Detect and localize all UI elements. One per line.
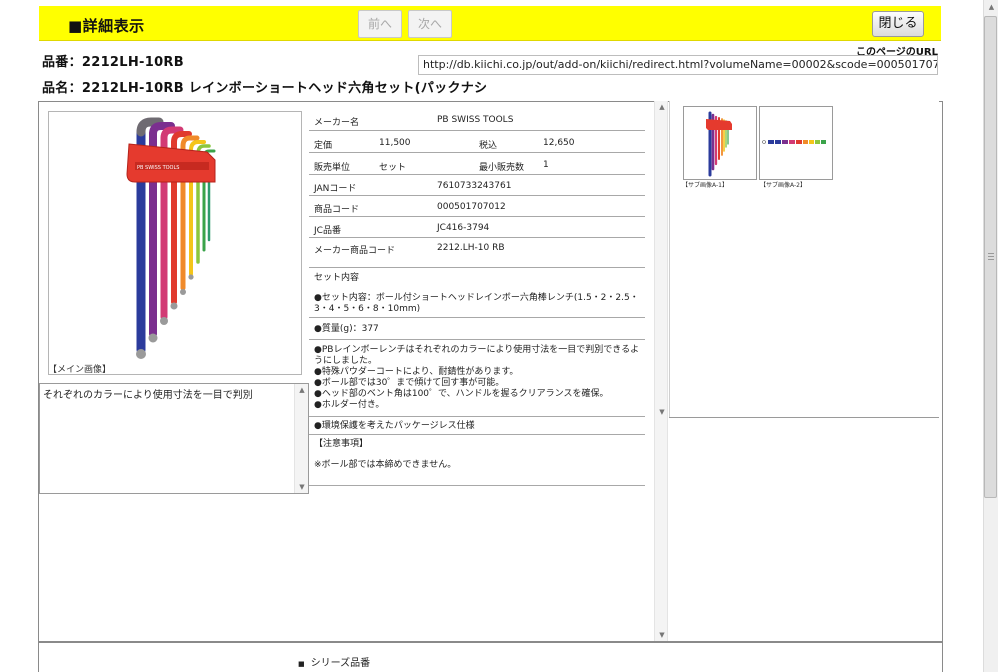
spec-value: PB SWISS TOOLS — [437, 115, 514, 125]
next-button[interactable]: 次へ — [408, 10, 452, 38]
notes-text: ※ボール部では本締めできません。 — [314, 460, 457, 470]
spec-value: JC416-3794 — [437, 223, 490, 233]
spec-row-jan: JANコード 7610733243761 — [309, 175, 645, 196]
series-frame — [38, 642, 943, 672]
part-number: 品番：2212LH-10RB — [42, 55, 184, 70]
sub-image-caption-2[interactable]: 【サブ画像A-2】 — [760, 180, 806, 189]
spec-value: 2212.LH-10 RB — [437, 243, 505, 253]
mass-value: ●質量(g)：377 — [314, 324, 379, 334]
sub-image-thumbnail-2[interactable] — [759, 106, 833, 180]
spec-label: 商品コード — [314, 205, 360, 215]
spec-value: 1 — [543, 160, 549, 170]
set-label: セット内容 — [314, 273, 360, 283]
set-value: ●セット内容：ボール付ショートヘッドレインボー六角棒レンチ(1.5・2・2.5・… — [314, 293, 639, 314]
spec-row-maker-code: メーカー商品コード 2212.LH-10 RB — [309, 238, 645, 268]
hex-key-thumb-icon — [706, 111, 732, 177]
spec-label: JANコード — [314, 184, 357, 194]
part-name: 品名：2212LH-10RB レインボーショートヘッド六角セット(パックナシ — [42, 81, 488, 96]
svg-text:PB SWISS TOOLS: PB SWISS TOOLS — [137, 165, 179, 171]
spec-row-set: セット内容 ●セット内容：ボール付ショートヘッドレインボー六角棒レンチ(1.5・… — [309, 268, 645, 318]
spec-value: 12,650 — [543, 138, 575, 148]
hex-key-row-icon — [762, 140, 826, 144]
spec-row-price: 定価 11,500 税込 12,650 — [309, 131, 645, 153]
spec-label: 税込 — [479, 141, 498, 151]
page-scrollbar-thumb[interactable] — [984, 16, 997, 498]
eco-text: ●環境保護を考えたパッケージレス仕様 — [314, 421, 475, 431]
spec-value: 11,500 — [379, 138, 411, 148]
scroll-up-icon[interactable]: ▲ — [984, 3, 998, 11]
bullet-icon: ■ — [298, 660, 305, 668]
description-textarea[interactable]: それぞれのカラーにより使用寸法を一目で判別 ▲ ▼ — [39, 383, 309, 494]
spec-row-mass: ●質量(g)：377 — [309, 318, 645, 340]
scroll-up-icon[interactable]: ▲ — [655, 103, 669, 111]
spec-row-jc: JC品番 JC416-3794 — [309, 217, 645, 238]
page-url-field[interactable]: http://db.kiichi.co.jp/out/add-on/kiichi… — [418, 55, 938, 75]
series-list-item: ■ シリーズ品番 — [298, 654, 370, 669]
main-image: PB SWISS TOOLS — [48, 111, 302, 375]
spec-value: 7610733243761 — [437, 181, 512, 191]
sub-image-thumbnail-1[interactable] — [683, 106, 757, 180]
hex-key-set-image: PB SWISS TOOLS — [126, 117, 216, 359]
prev-button[interactable]: 前へ — [358, 10, 402, 38]
scroll-down-icon[interactable]: ▼ — [655, 408, 669, 416]
spec-row-features: ●PBレインボーレンチはそれぞれのカラーにより使用寸法を一目で判別できるようにし… — [309, 340, 645, 417]
spec-label: 定価 — [314, 141, 333, 151]
sub-image-caption-1[interactable]: 【サブ画像A-1】 — [682, 180, 728, 189]
features-text: ●PBレインボーレンチはそれぞれのカラーにより使用寸法を一目で判別できるようにし… — [314, 345, 640, 410]
spec-value: 000501707012 — [437, 202, 506, 212]
series-label: シリーズ品番 — [310, 658, 371, 669]
spec-label: 最小販売数 — [479, 163, 525, 173]
page-title: ■詳細表示 — [68, 17, 145, 35]
spec-row-maker: メーカー名 PB SWISS TOOLS — [309, 109, 645, 131]
scroll-up-icon[interactable]: ▲ — [295, 386, 309, 394]
spec-row-notes: 【注意事項】 ※ボール部では本締めできません。 — [309, 435, 645, 486]
spec-row-code: 商品コード 000501707012 — [309, 196, 645, 217]
spec-label: メーカー商品コード — [314, 246, 396, 256]
scroll-down-icon[interactable]: ▼ — [655, 631, 669, 639]
spec-label: 販売単位 — [314, 163, 351, 173]
spec-value: セット — [379, 163, 407, 173]
spec-row-unit: 販売単位 セット 最小販売数 1 — [309, 153, 645, 175]
description-text: それぞれのカラーにより使用寸法を一目で判別 — [43, 390, 253, 401]
header-bar — [39, 6, 941, 41]
scroll-down-icon[interactable]: ▼ — [295, 483, 309, 491]
notes-label: 【注意事項】 — [314, 439, 369, 449]
spec-label: メーカー名 — [314, 118, 360, 128]
spec-label: JC品番 — [314, 226, 341, 236]
spec-scrollbar[interactable]: ▲ ▼ — [654, 101, 668, 418]
lower-scrollbar[interactable]: ▼ — [654, 418, 668, 641]
pane-divider — [669, 417, 939, 418]
main-image-caption: 【メイン画像】 — [48, 365, 112, 375]
close-button[interactable]: 閉じる — [872, 11, 924, 37]
description-scrollbar[interactable]: ▲ ▼ — [294, 384, 308, 493]
spec-row-eco: ●環境保護を考えたパッケージレス仕様 — [309, 417, 645, 435]
